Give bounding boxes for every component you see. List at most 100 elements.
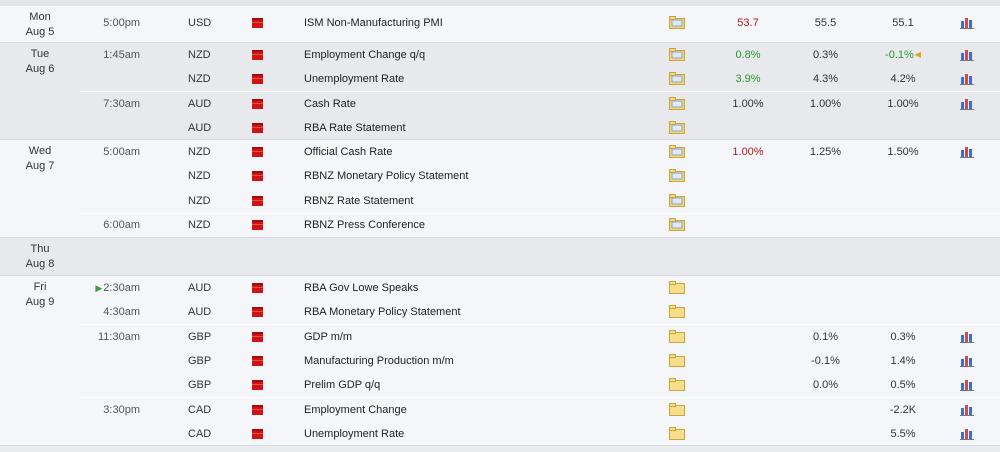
event-name[interactable]: GDP m/m	[304, 325, 644, 349]
event-time: 6:00am	[103, 219, 140, 231]
detail-folder-icon[interactable]	[669, 169, 685, 182]
detail-folder-icon[interactable]	[669, 281, 685, 294]
chart-icon[interactable]	[960, 16, 974, 29]
detail-folder-icon[interactable]	[669, 121, 685, 134]
event-previous: 4.2%	[890, 73, 916, 85]
chart-icon[interactable]	[960, 97, 974, 110]
revised-triangle-icon: ◀	[914, 50, 921, 59]
detail-folder-icon[interactable]	[669, 16, 685, 29]
day-date: Aug 9	[25, 296, 55, 308]
event-currency: GBP	[188, 355, 212, 367]
event-forecast: 55.5	[814, 17, 837, 29]
table-row[interactable]: NZD RBNZ Monetary Policy Statement	[80, 164, 1000, 188]
event-actual: 53.7	[737, 17, 759, 29]
table-row[interactable]: 7:30am AUD Cash Rate 1.00% 1.00% 1.00%	[80, 92, 1000, 116]
event-name[interactable]: RBNZ Press Conference	[304, 213, 644, 237]
event-name[interactable]: Official Cash Rate	[304, 140, 644, 164]
detail-folder-icon[interactable]	[669, 403, 685, 416]
detail-folder-icon[interactable]	[669, 72, 685, 85]
chart-icon[interactable]	[960, 354, 974, 367]
detail-folder-icon[interactable]	[669, 305, 685, 318]
chart-icon[interactable]	[960, 145, 974, 158]
day-date: Aug 6	[25, 63, 55, 75]
detail-folder-icon[interactable]	[669, 354, 685, 367]
event-time: 11:30am	[98, 331, 140, 343]
event-time: 1:45am	[103, 49, 140, 61]
table-row[interactable]: 4:30am AUD RBA Monetary Policy Statement	[80, 300, 1000, 325]
chart-icon[interactable]	[960, 48, 974, 61]
calendar-table: Mon Aug 5 5:00pm USD ISM Non-Manufacturi…	[0, 0, 1000, 452]
event-name[interactable]: Employment Change	[304, 398, 644, 422]
event-previous: -0.1%	[885, 49, 914, 61]
event-currency: GBP	[188, 379, 212, 391]
detail-folder-icon[interactable]	[669, 48, 685, 61]
detail-folder-icon[interactable]	[669, 330, 685, 343]
day-group-wed: Wed Aug 7 5:00am NZD Official Cash Rate …	[0, 140, 1000, 238]
event-currency: NZD	[188, 73, 211, 85]
detail-folder-icon[interactable]	[669, 427, 685, 440]
event-time	[80, 116, 140, 140]
table-row[interactable]: NZD RBNZ Rate Statement	[80, 189, 1000, 214]
table-row[interactable]: GBP Prelim GDP q/q 0.0% 0.5%	[80, 373, 1000, 398]
event-name[interactable]: RBA Monetary Policy Statement	[304, 300, 644, 324]
event-forecast: 4.3%	[812, 73, 839, 85]
table-row[interactable]: 11:30am GBP GDP m/m 0.1% 0.3%	[80, 325, 1000, 349]
event-name[interactable]: Unemployment Rate	[304, 67, 644, 91]
event-name[interactable]: RBNZ Rate Statement	[304, 189, 644, 213]
event-time: 2:30am	[103, 282, 140, 294]
impact-folder-icon	[252, 50, 263, 60]
detail-folder-icon[interactable]	[669, 378, 685, 391]
day-name: Wed	[28, 145, 52, 157]
day-label: Mon Aug 5	[0, 10, 80, 40]
impact-folder-icon	[252, 332, 263, 342]
event-forecast: 1.25%	[809, 146, 842, 158]
impact-folder-icon	[252, 123, 263, 133]
speech-icon: ▶	[95, 283, 103, 293]
table-row[interactable]: GBP Manufacturing Production m/m -0.1% 1…	[80, 349, 1000, 373]
detail-folder-icon[interactable]	[669, 194, 685, 207]
event-time: 5:00pm	[103, 17, 140, 29]
event-previous-revised: -0.1%◀	[863, 43, 943, 67]
table-row[interactable]: 5:00am NZD Official Cash Rate 1.00% 1.25…	[80, 140, 1000, 164]
chart-icon[interactable]	[960, 72, 974, 85]
day-name: Mon	[29, 11, 51, 23]
table-row[interactable]: 1:45am NZD Employment Change q/q 0.8% 0.…	[80, 43, 1000, 67]
impact-folder-icon	[252, 356, 263, 366]
event-name[interactable]: RBA Rate Statement	[304, 116, 644, 140]
chart-icon[interactable]	[960, 403, 974, 416]
event-actual: 0.8%	[735, 49, 761, 61]
event-actual: 1.00%	[732, 98, 764, 110]
event-name[interactable]: RBNZ Monetary Policy Statement	[304, 164, 644, 188]
event-name[interactable]: Prelim GDP q/q	[304, 373, 644, 397]
event-name[interactable]: Employment Change q/q	[304, 43, 644, 67]
table-row[interactable]: 3:30pm CAD Employment Change -2.2K	[80, 398, 1000, 422]
event-name[interactable]: ISM Non-Manufacturing PMI	[304, 11, 644, 35]
event-name[interactable]: Unemployment Rate	[304, 422, 644, 446]
event-actual: 1.00%	[732, 146, 764, 158]
table-row[interactable]: NZD Unemployment Rate 3.9% 4.3% 4.2%	[80, 67, 1000, 92]
table-row[interactable]: CAD Unemployment Rate 5.5%	[80, 422, 1000, 446]
day-date: Aug 7	[25, 160, 55, 172]
impact-folder-icon	[252, 171, 263, 181]
event-currency: NZD	[188, 146, 211, 158]
detail-folder-icon[interactable]	[669, 218, 685, 231]
table-row[interactable]: AUD RBA Rate Statement	[80, 116, 1000, 140]
event-currency: GBP	[188, 331, 212, 343]
event-name[interactable]: Manufacturing Production m/m	[304, 349, 644, 373]
detail-folder-icon[interactable]	[669, 145, 685, 158]
chart-icon[interactable]	[960, 330, 974, 343]
table-row[interactable]: 5:00pm USD ISM Non-Manufacturing PMI 53.…	[80, 11, 1000, 35]
day-label: Tue Aug 6	[0, 47, 80, 77]
chart-icon[interactable]	[960, 378, 974, 391]
detail-folder-icon[interactable]	[669, 97, 685, 110]
event-previous: 1.50%	[887, 146, 919, 158]
day-group-mon: Mon Aug 5 5:00pm USD ISM Non-Manufacturi…	[0, 6, 1000, 43]
chart-icon[interactable]	[960, 427, 974, 440]
table-row[interactable]: 6:00am NZD RBNZ Press Conference	[80, 213, 1000, 237]
event-name[interactable]: Cash Rate	[304, 92, 644, 116]
event-time: 7:30am	[103, 98, 140, 110]
event-previous: 1.00%	[887, 98, 919, 110]
event-name[interactable]: RBA Gov Lowe Speaks	[304, 276, 644, 300]
table-row[interactable]: ▶2:30am AUD RBA Gov Lowe Speaks	[80, 276, 1000, 300]
event-forecast: 0.1%	[812, 331, 839, 343]
